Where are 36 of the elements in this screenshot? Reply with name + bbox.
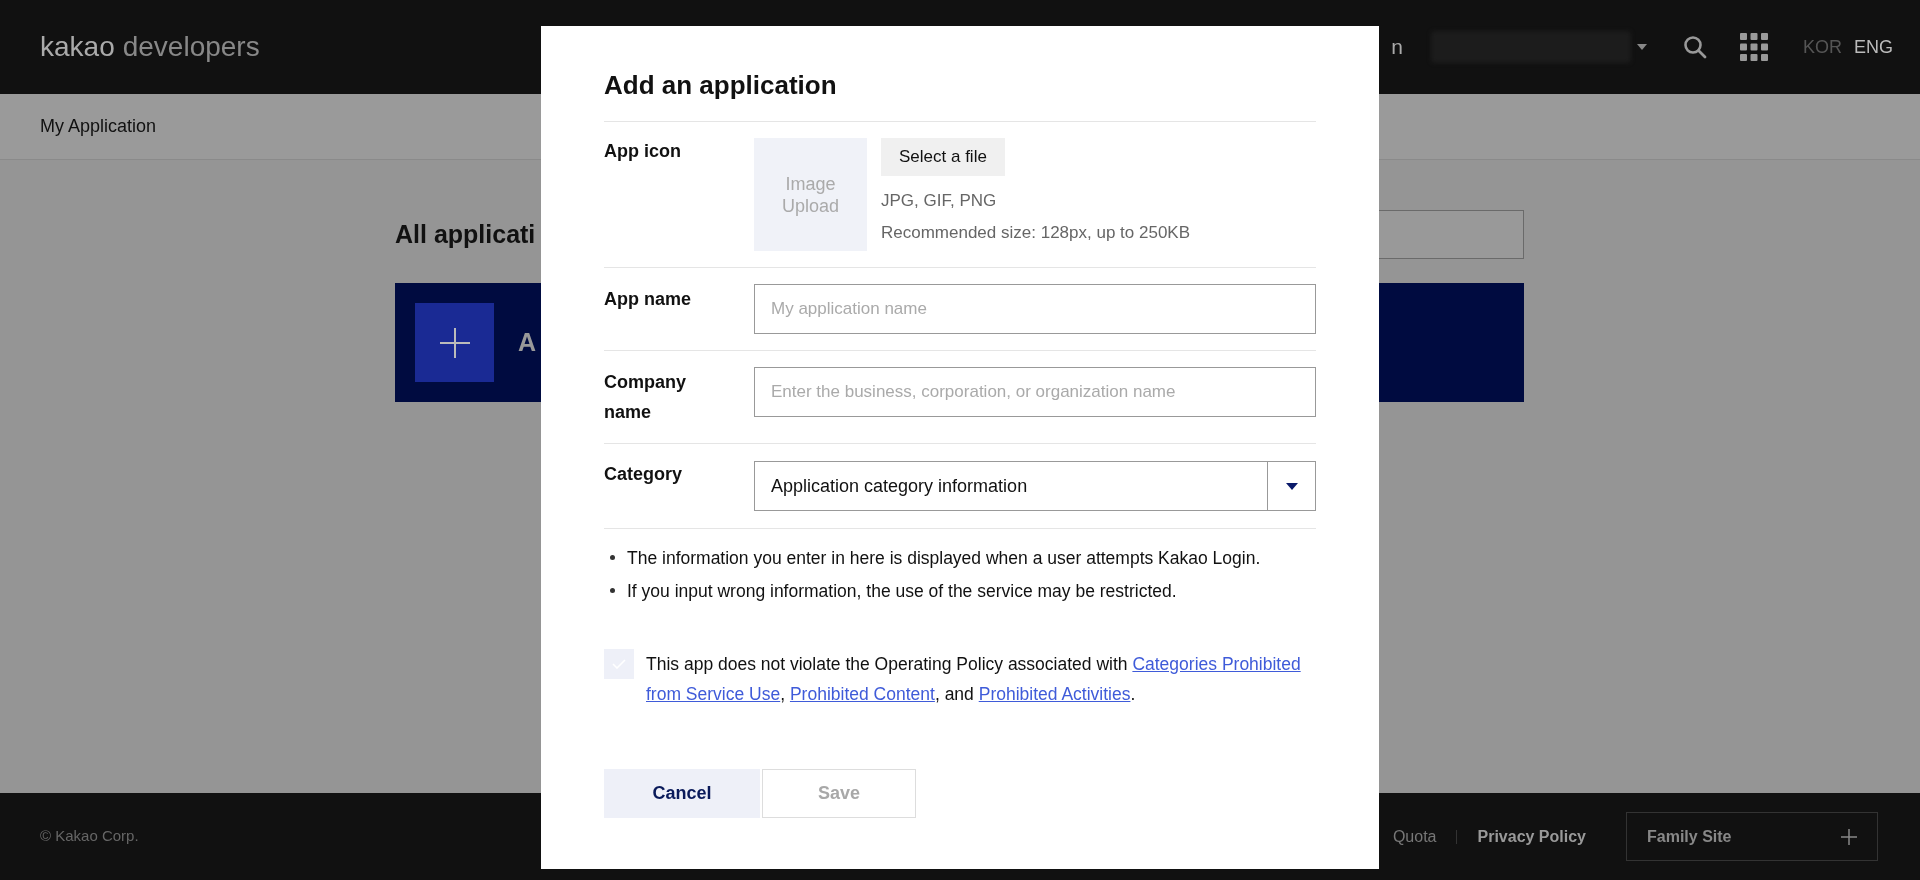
- field-label: Category: [604, 463, 684, 486]
- logo-brand[interactable]: kakao: [40, 26, 115, 68]
- field-label: App name: [604, 288, 692, 311]
- select-file-button[interactable]: Select a file: [881, 138, 1005, 176]
- note-text: If you input wrong information, the use of the service may be restricted.: [627, 580, 1177, 604]
- text-input[interactable]: My application name: [754, 284, 1316, 334]
- field-label: App icon: [604, 140, 682, 163]
- field-label: Company name: [604, 371, 687, 424]
- footer-link[interactable]: Privacy Policy: [1477, 824, 1586, 849]
- dialog-title: Add an application: [604, 66, 1316, 122]
- policy-link[interactable]: Categories Prohibited: [1132, 653, 1301, 674]
- caret-icon: [1285, 482, 1298, 490]
- family-site-dropdown[interactable]: Family Site: [1626, 812, 1878, 861]
- size-hint: Recommended size: 128px, up to 250KB: [881, 221, 1191, 244]
- text-input[interactable]: Enter the business, corporation, or organization name: [754, 367, 1316, 417]
- search-icon[interactable]: [1682, 35, 1707, 59]
- banner-label: A: [518, 326, 537, 358]
- cancel-button[interactable]: Cancel: [604, 768, 760, 818]
- nav-link[interactable]: n: [1391, 31, 1403, 63]
- category-select[interactable]: Application category information: [754, 461, 1316, 511]
- language-option[interactable]: ENG: [1854, 33, 1893, 61]
- logo-product[interactable]: developers: [122, 26, 260, 68]
- plus-icon: [415, 303, 494, 382]
- policy-link[interactable]: Prohibited Content: [789, 683, 935, 704]
- caret-icon: [1636, 44, 1647, 50]
- format-hint: JPG, GIF, PNG: [881, 190, 997, 212]
- plus-icon: [1841, 828, 1857, 845]
- policy-link[interactable]: Prohibited Activities: [978, 683, 1131, 704]
- apps-grid-icon[interactable]: [1739, 33, 1768, 61]
- note-text: The information you enter in here is displayed when a user attempts Kakao Login.: [627, 547, 1261, 570]
- copyright: © Kakao Corp.: [40, 826, 139, 847]
- policy-link[interactable]: from Service Use: [646, 683, 781, 704]
- agreement-text: This app does not violate the Operating Policy associated with Categories Prohibited from Service Use, Prohibited Content, and Prohibited Activities.: [646, 652, 1302, 706]
- page-heading: All applicati: [395, 218, 536, 250]
- footer-link[interactable]: Quota: [1392, 824, 1437, 849]
- breadcrumb: My Application: [40, 115, 157, 138]
